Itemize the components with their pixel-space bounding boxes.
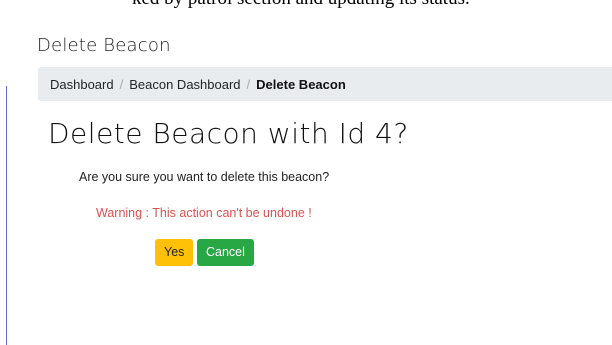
document-text-fragment: ked by patrol section and updating its s… <box>0 0 612 16</box>
breadcrumb-dashboard-link[interactable]: Dashboard <box>50 77 114 92</box>
breadcrumb: Dashboard / Beacon Dashboard / Delete Be… <box>38 67 612 101</box>
breadcrumb-separator: / <box>119 76 124 92</box>
confirmation-question: Are you sure you want to delete this bea… <box>79 170 330 184</box>
yes-button[interactable]: Yes <box>155 239 194 266</box>
page-heading: Delete Beacon <box>37 35 171 56</box>
margin-rule <box>6 86 7 345</box>
breadcrumb-current: Delete Beacon <box>256 76 346 92</box>
cancel-button[interactable]: Cancel <box>197 239 254 266</box>
document-text-line: ked by patrol section and updating its s… <box>132 0 470 10</box>
warning-message: Warning : This action can't be undone ! <box>96 206 312 220</box>
breadcrumb-beacon-dashboard-link[interactable]: Beacon Dashboard <box>129 77 240 92</box>
page-title: Delete Beacon with Id 4? <box>48 117 409 150</box>
breadcrumb-separator: / <box>246 76 251 92</box>
